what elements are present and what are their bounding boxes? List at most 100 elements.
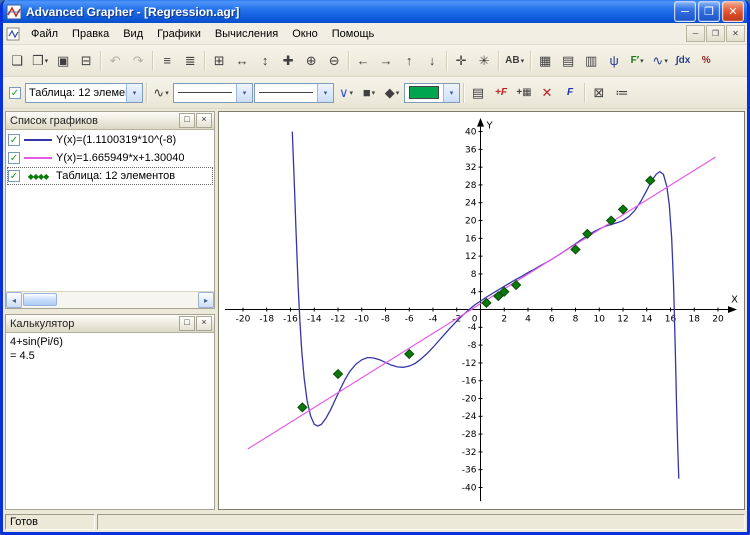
pan-right-button[interactable]: → [375,50,397,72]
matrix-button[interactable]: ▥ [580,50,602,72]
graph-list-title: Список графиков [10,114,98,127]
add-graph-button[interactable]: ⊞ [208,50,230,72]
add-function-button[interactable]: +F [490,82,512,104]
svg-text:-6: -6 [405,314,414,324]
visibility-checkbox[interactable]: ✓ [8,134,20,146]
visibility-checkbox[interactable]: ✓ [8,170,20,182]
table-button[interactable]: ▦ [534,50,556,72]
regression-button[interactable]: ψ [603,50,625,72]
text-label-button[interactable]: AB ▾ [502,50,527,72]
menu-item-0[interactable]: Файл [24,26,65,42]
chevron-down-icon[interactable]: ▾ [236,83,252,102]
svg-text:-14: -14 [307,314,322,324]
panel-close-button[interactable]: × [196,113,212,128]
save-icon: ▣ [57,53,70,68]
pan-down-button[interactable]: ↓ [421,50,443,72]
open-button[interactable]: ❒ ▾ [29,50,51,72]
scale-y-button[interactable]: ↕ [254,50,276,72]
integral-button[interactable]: ∫dx [672,50,694,72]
scale-x-button[interactable]: ↔ [231,50,253,72]
calculator-input[interactable]: 4+sin(Pi/6) = 4.5 [6,333,214,509]
edit-graph-button[interactable]: F [559,82,581,104]
pan-up-button[interactable]: ↑ [398,50,420,72]
plot-canvas[interactable]: XY-20 -18 -16 -14 -12 -10 -8 -6 -4 -2 2 4 6 8 10 12 14 16… [219,112,744,509]
trace-button[interactable]: ✛ [450,50,472,72]
text-label-icon: AB [505,54,520,66]
point-button[interactable]: ✳ [473,50,495,72]
scroll-left-button[interactable]: ◂ [6,292,22,308]
scroll-right-button[interactable]: ▸ [198,292,214,308]
plot-panel[interactable]: X Y -20 -18 -16 -14 -12 -10 -8 -6 -4 -2 2 4 6 8 10 12 14 16… [218,111,745,510]
add-table-button[interactable]: +▦ [513,82,535,104]
line-style-combo[interactable]: ▾ [173,82,253,103]
duplicate-list-button[interactable]: ≣ [179,50,201,72]
line-width-combo[interactable]: ▾ [254,82,334,103]
graph-list-item-0[interactable]: ✓ Y(x)=(1.1100319*10^(-8) [7,131,213,149]
chevron-down-icon[interactable]: ▾ [443,83,459,102]
values-table-icon: ▤ [561,53,575,68]
graph-visible-checkbox[interactable]: ✓ [9,86,21,99]
interpolation-icon: ∨ [338,85,349,100]
new-button[interactable]: ❏ [6,50,28,72]
chevron-down-icon: ▾ [664,57,668,65]
interpolation-button[interactable]: ∨ ▾ [335,82,357,104]
graph-list-item-1[interactable]: ✓ Y(x)=1.665949*x+1.30040 [7,149,213,167]
pan-left-button[interactable]: ← [352,50,374,72]
derivative-button[interactable]: F′ ▾ [626,50,648,72]
undo-button[interactable]: ↶ [104,50,126,72]
chevron-down-icon[interactable]: ▾ [317,83,333,102]
axes-options-button[interactable]: ⊠ [588,82,610,104]
curve-fit-button[interactable]: ∿ ▾ [649,50,671,72]
graph-label: Y(x)=1.665949*x+1.30040 [56,152,185,164]
chevron-down-icon[interactable]: ▾ [126,83,142,102]
svg-text:10: 10 [594,314,606,324]
visibility-checkbox[interactable]: ✓ [8,152,20,164]
curve-type-button[interactable]: ∿ ▾ [150,82,172,104]
print-button[interactable]: ⊟ [75,50,97,72]
close-button[interactable]: ✕ [722,1,744,22]
mdi-close-button[interactable]: ✕ [726,25,745,42]
chevron-down-icon: ▾ [44,57,49,65]
graph-label: Таблица: 12 элементов [56,170,176,182]
maximize-button[interactable]: ❐ [698,1,720,22]
svg-text:32: 32 [465,163,476,173]
chevron-down-icon: ▾ [165,89,169,97]
scroll-thumb[interactable] [23,293,57,306]
zoom-in-button[interactable]: ⊕ [300,50,322,72]
zoom-out-button[interactable]: ⊖ [323,50,345,72]
marker-style-button[interactable]: ◆ ▾ [381,82,403,104]
status-text: Готов [5,514,95,530]
svg-text:-32: -32 [462,448,477,458]
graph-list-item-2[interactable]: ✓ ◆◆◆◆ Таблица: 12 элементов [7,167,213,185]
legend-button[interactable]: ≔ [611,82,633,104]
panel-close-button[interactable]: × [196,316,212,331]
delete-graph-button[interactable]: ✕ [536,82,558,104]
color-combo[interactable]: ▾ [404,82,460,103]
minimize-button[interactable]: ─ [674,1,696,22]
graph-list-toggle-button[interactable]: ≡ [156,50,178,72]
svg-text:18: 18 [689,314,701,324]
menu-item-6[interactable]: Помощь [325,26,382,42]
panel-restore-button[interactable]: □ [179,113,195,128]
svg-text:8: 8 [573,314,579,324]
menu-item-1[interactable]: Правка [65,26,116,42]
percent-button[interactable]: % [695,50,717,72]
mdi-restore-button[interactable]: ❐ [706,25,725,42]
move-plot-button[interactable]: ✚ [277,50,299,72]
menu-item-4[interactable]: Вычисления [208,26,285,42]
menu-item-2[interactable]: Вид [116,26,150,42]
graph-selector-combo[interactable]: Таблица: 12 элементов▾ [25,82,143,103]
menu-item-3[interactable]: Графики [150,26,208,42]
scroll-track[interactable] [22,292,198,308]
menu-item-5[interactable]: Окно [285,26,325,42]
chevron-down-icon: ▾ [395,89,400,97]
save-button[interactable]: ▣ [52,50,74,72]
properties-button[interactable]: ▤ [467,82,489,104]
svg-text:Y: Y [485,121,493,132]
redo-button[interactable]: ↷ [127,50,149,72]
fill-style-button[interactable]: ■ ▾ [358,82,380,104]
mdi-minimize-button[interactable]: ─ [686,25,705,42]
values-table-button[interactable]: ▤ [557,50,579,72]
duplicate-list-icon: ≣ [184,53,196,68]
panel-restore-button[interactable]: □ [179,316,195,331]
